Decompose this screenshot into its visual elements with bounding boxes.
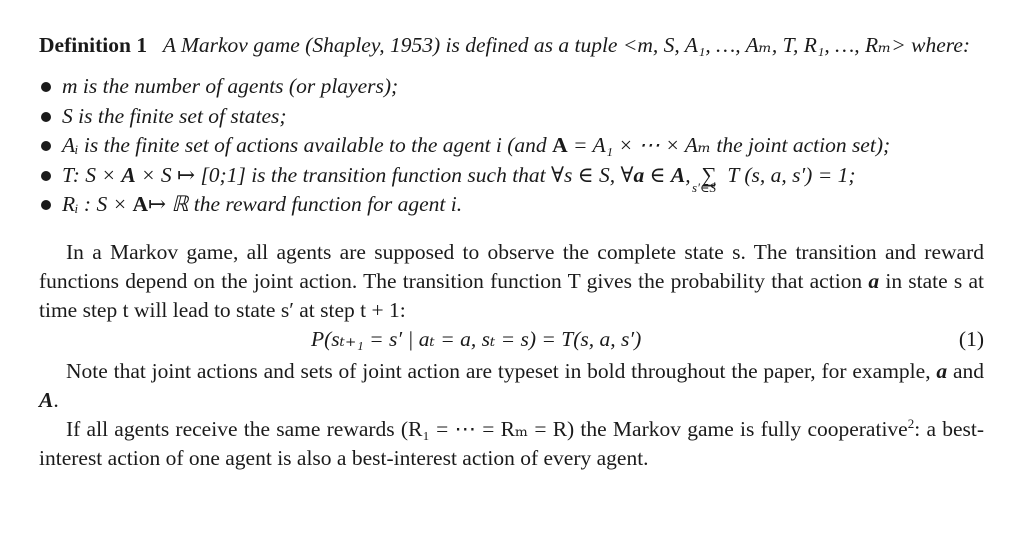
bullet-bold-symbol: A bbox=[132, 192, 148, 216]
paragraph-text: . bbox=[53, 387, 59, 412]
bullet-text: T (s, a, s′) = 1; bbox=[727, 162, 856, 187]
bullet-text: m is the number of agents (or players); bbox=[62, 74, 399, 98]
definition-label: Definition 1 bbox=[39, 33, 148, 57]
equation-number: (1) bbox=[958, 326, 984, 351]
bullet-bold-symbol: A bbox=[121, 162, 136, 187]
bullet-text: Rᵢ : S × bbox=[62, 192, 133, 216]
bold-symbol: a bbox=[936, 358, 948, 383]
bold-symbol: a bbox=[868, 268, 880, 293]
bullet-text: ∈ bbox=[644, 162, 671, 187]
paper-page: Definition 1 A Markov game (Shapley, 195… bbox=[39, 30, 984, 473]
paragraph-text: and bbox=[947, 358, 984, 383]
bullet-item: T: S × A × S ↦ [0;1] is the transition f… bbox=[39, 161, 984, 195]
paragraph-cooperative: If all agents receive the same rewards (… bbox=[39, 415, 984, 473]
bullet-text: , bbox=[685, 162, 691, 187]
paragraph-text: If all agents receive the same rewards (… bbox=[66, 416, 908, 441]
definition-line-1: A Markov game (Shapley, 1953) is defined… bbox=[162, 33, 799, 57]
paragraph-text: Note that joint actions and sets of join… bbox=[66, 358, 937, 383]
summation-symbol: ∑ s′∈S bbox=[692, 162, 717, 195]
bullet-item: m is the number of agents (or players); bbox=[39, 72, 984, 102]
bullet-text: ↦ ℝ the reward function for agent i. bbox=[147, 192, 463, 216]
bullet-item: S is the finite set of states; bbox=[39, 102, 984, 132]
equation: P(sₜ₊₁ = s′ | aₜ = a, sₜ = s) = T(s, a, … bbox=[311, 326, 642, 351]
bullet-text: Aᵢ is the finite set of actions availabl… bbox=[62, 133, 553, 157]
bullet-bold-symbol: A bbox=[670, 162, 686, 187]
paragraph-markov-game: In a Markov game, all agents are suppose… bbox=[39, 238, 984, 325]
bullet-bold-symbol: a bbox=[633, 162, 645, 187]
bullet-text: × S ↦ [0;1] is the transition function s… bbox=[135, 162, 634, 187]
bullet-text: S is the finite set of states; bbox=[62, 103, 287, 128]
definition-line-2: R₁, …, Rₘ> where: bbox=[803, 33, 971, 57]
bullet-text: = A₁ × ⋯ × Aₘ the joint action set); bbox=[567, 133, 891, 157]
paragraph-text: In a Markov game, all agents are suppose… bbox=[39, 239, 984, 293]
definition-bullet-list: m is the number of agents (or players); … bbox=[39, 72, 984, 220]
equation-block: P(sₜ₊₁ = s′ | aₜ = a, sₜ = s) = T(s, a, … bbox=[39, 325, 984, 355]
paragraph-notation: Note that joint actions and sets of join… bbox=[39, 357, 984, 415]
bold-symbol: A bbox=[39, 387, 54, 412]
bullet-item: Rᵢ : S × A↦ ℝ the reward function for ag… bbox=[39, 190, 984, 220]
bullet-bold-symbol: A bbox=[552, 133, 568, 157]
definition-block: Definition 1 A Markov game (Shapley, 195… bbox=[39, 30, 984, 60]
bullet-text: T: S × bbox=[62, 162, 122, 187]
bullet-item: Aᵢ is the finite set of actions availabl… bbox=[39, 131, 984, 161]
